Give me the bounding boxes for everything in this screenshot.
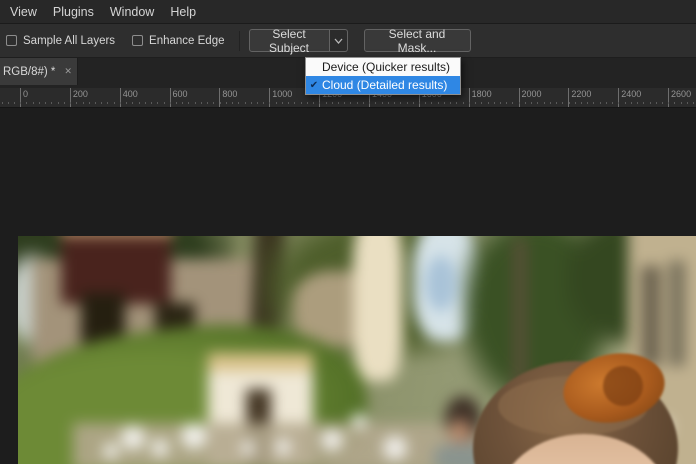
enhance-edge-checkbox[interactable] bbox=[132, 35, 144, 46]
dropdown-item-device-label: Device (Quicker results) bbox=[322, 60, 451, 74]
sample-all-layers-group: Sample All Layers bbox=[6, 35, 115, 47]
dropdown-item-cloud[interactable]: ✔ Cloud (Detailed results) bbox=[306, 76, 460, 94]
dropdown-item-cloud-label: Cloud (Detailed results) bbox=[322, 78, 448, 92]
menu-item-window[interactable]: Window bbox=[102, 0, 162, 24]
select-and-mask-button[interactable]: Select and Mask... bbox=[363, 27, 471, 55]
enhance-edge-label: Enhance Edge bbox=[149, 34, 225, 47]
sample-all-layers-checkbox[interactable] bbox=[6, 35, 17, 46]
select-subject-button[interactable]: Select Subject bbox=[248, 27, 330, 55]
sample-all-layers-label: Sample All Layers bbox=[23, 34, 116, 47]
menu-item-view[interactable]: View bbox=[2, 0, 45, 24]
menu-bar: View Plugins Window Help bbox=[0, 0, 696, 24]
dropdown-item-device[interactable]: Device (Quicker results) bbox=[306, 58, 460, 76]
menu-item-help[interactable]: Help bbox=[162, 0, 204, 24]
tool-options-bar: Sample All Layers Enhance Edge Select Su… bbox=[0, 24, 696, 58]
canvas-workspace[interactable] bbox=[0, 108, 696, 464]
chevron-down-icon bbox=[334, 38, 342, 44]
photoshop-window: View Plugins Window Help Sample All Laye… bbox=[0, 0, 696, 464]
select-subject-dropdown-button[interactable] bbox=[329, 29, 348, 52]
options-divider bbox=[238, 30, 240, 51]
select-subject-dropdown-menu: Device (Quicker results) ✔ Cloud (Detail… bbox=[305, 57, 461, 95]
document-tab[interactable]: RGB/8#) * ✕ bbox=[0, 58, 78, 85]
check-icon: ✔ bbox=[309, 79, 319, 91]
photo-subject-head bbox=[18, 236, 696, 464]
close-icon[interactable]: ✕ bbox=[64, 67, 72, 76]
document-tab-label: RGB/8#) * bbox=[3, 65, 56, 78]
enhance-edge-group: Enhance Edge bbox=[132, 34, 225, 47]
menu-item-plugins[interactable]: Plugins bbox=[45, 0, 102, 24]
subject-bun-shadow bbox=[603, 366, 643, 406]
document-photo[interactable] bbox=[18, 236, 696, 464]
